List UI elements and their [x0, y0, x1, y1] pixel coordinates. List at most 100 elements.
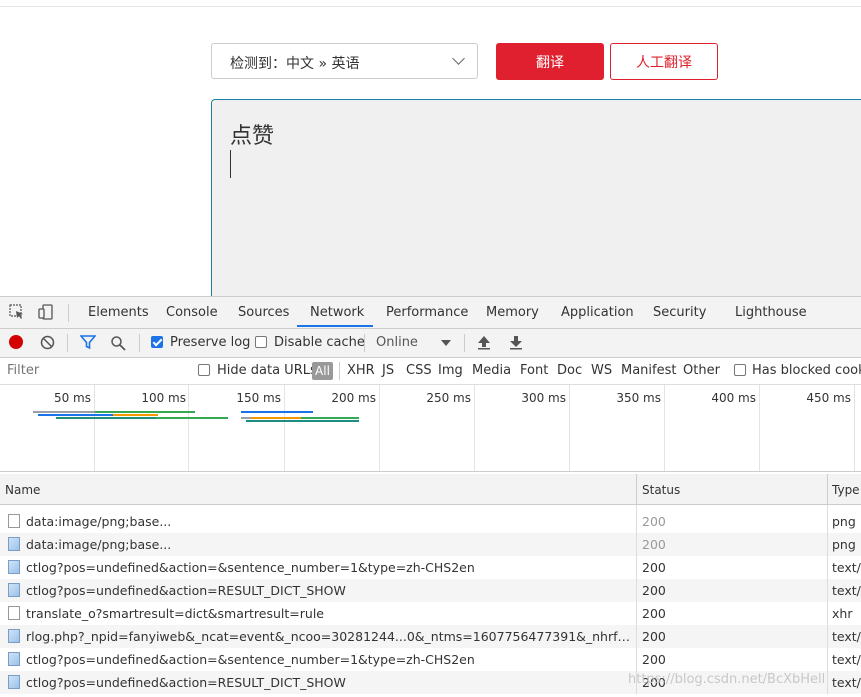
timeline-gridline — [759, 385, 760, 471]
table-row[interactable]: rlog.php?_npid=fanyiweb&_ncat=event&_nco… — [0, 625, 861, 648]
timeline-gridline — [474, 385, 475, 471]
filter-type-doc[interactable]: Doc — [557, 363, 582, 378]
timeline-tick-label: 400 ms — [711, 391, 756, 405]
filter-type-xhr[interactable]: XHR — [347, 363, 375, 378]
timeline-tick-label: 150 ms — [236, 391, 281, 405]
has-blocked-cookies-checkbox[interactable] — [734, 364, 746, 376]
table-row[interactable]: data:image/png;base... 200 png — [0, 533, 861, 556]
filter-type-img[interactable]: Img — [438, 363, 463, 378]
document-file-icon — [8, 514, 20, 528]
watermark: https://blog.csdn.net/BcXbHell — [628, 672, 826, 687]
request-status: 200 — [642, 629, 666, 644]
inspect-element-icon[interactable] — [9, 304, 25, 320]
clear-icon[interactable] — [40, 335, 55, 350]
timeline-tick-label: 350 ms — [616, 391, 661, 405]
tab-sources[interactable]: Sources — [238, 305, 289, 320]
filter-type-media[interactable]: Media — [472, 363, 511, 378]
requests-table-header: Name Status Type — [0, 474, 861, 505]
request-status: 200 — [642, 537, 666, 552]
table-row[interactable]: ctlog?pos=undefined&action=&sentence_num… — [0, 648, 861, 671]
language-select[interactable]: 检测到：中文 » 英语 — [211, 43, 478, 79]
search-icon[interactable] — [110, 335, 126, 351]
column-status[interactable]: Status — [642, 483, 680, 497]
request-type: text/ — [832, 583, 861, 598]
request-type: text/ — [832, 652, 861, 667]
timeline-tick-label: 450 ms — [806, 391, 851, 405]
timeline-gridline — [94, 385, 95, 471]
tab-memory[interactable]: Memory — [486, 305, 539, 320]
hide-data-urls-label: Hide data URLs — [217, 363, 317, 378]
timeline-bar — [246, 420, 359, 422]
timeline-gridline — [188, 385, 189, 471]
timeline-bar — [241, 411, 313, 413]
translate-button[interactable]: 翻译 — [496, 43, 604, 80]
timeline-bar — [95, 411, 195, 413]
tab-lighthouse[interactable]: Lighthouse — [735, 305, 807, 320]
timeline-bar — [301, 417, 359, 419]
top-divider — [0, 6, 861, 7]
timeline-bar — [113, 414, 158, 416]
column-divider[interactable] — [827, 474, 828, 504]
filter-icon[interactable] — [80, 335, 96, 350]
tab-security[interactable]: Security — [653, 305, 706, 320]
throttling-select[interactable]: Online — [376, 335, 418, 350]
language-select-label: 检测到：中文 » 英语 — [230, 56, 360, 72]
image-file-icon — [8, 629, 20, 643]
tab-network[interactable]: Network — [310, 305, 364, 320]
filter-type-manifest[interactable]: Manifest — [621, 363, 676, 378]
preserve-log-label: Preserve log — [170, 335, 251, 350]
preserve-log-checkbox[interactable] — [151, 336, 163, 348]
request-name: ctlog?pos=undefined&action=&sentence_num… — [26, 560, 475, 575]
request-type: png — [832, 514, 856, 529]
column-divider[interactable] — [636, 474, 637, 504]
timeline-tick-label: 250 ms — [426, 391, 471, 405]
request-type: text/ — [832, 675, 861, 690]
timeline-gridline — [664, 385, 665, 471]
source-text-input[interactable]: 点赞 — [211, 99, 861, 309]
human-translate-button[interactable]: 人工翻译 — [610, 43, 718, 80]
active-tab-indicator — [297, 325, 373, 327]
tab-application[interactable]: Application — [561, 305, 634, 320]
device-toolbar-icon[interactable] — [38, 304, 54, 320]
image-file-icon — [8, 583, 20, 597]
filter-type-other[interactable]: Other — [683, 363, 720, 378]
timeline-bar — [33, 411, 95, 413]
image-file-icon — [8, 675, 20, 689]
timeline-gridline — [569, 385, 570, 471]
request-type: png — [832, 537, 856, 552]
image-file-icon — [8, 652, 20, 666]
table-row[interactable]: ctlog?pos=undefined&action=&sentence_num… — [0, 556, 861, 579]
column-type[interactable]: Type — [832, 483, 860, 497]
image-file-icon — [8, 537, 20, 551]
request-type: xhr — [832, 606, 853, 621]
filter-type-ws[interactable]: WS — [591, 363, 612, 378]
filter-type-css[interactable]: CSS — [406, 363, 432, 378]
table-row[interactable]: translate_o?smartresult=dict&smartresult… — [0, 602, 861, 625]
table-row[interactable]: data:image/png;base... 200 png — [0, 510, 861, 533]
tab-console[interactable]: Console — [166, 305, 218, 320]
timeline-gridline — [854, 385, 855, 471]
hide-data-urls-checkbox[interactable] — [198, 364, 210, 376]
filter-type-js[interactable]: JS — [382, 363, 394, 378]
table-row[interactable]: ctlog?pos=undefined&action=RESULT_DICT_S… — [0, 579, 861, 602]
tab-elements[interactable]: Elements — [88, 305, 149, 320]
request-name: ctlog?pos=undefined&action=&sentence_num… — [26, 652, 475, 667]
disable-cache-checkbox[interactable] — [255, 336, 267, 348]
filter-type-all[interactable]: All — [312, 362, 333, 380]
filter-input[interactable] — [2, 360, 184, 381]
request-name: data:image/png;base... — [26, 537, 172, 552]
export-har-icon[interactable] — [509, 335, 523, 350]
tab-performance[interactable]: Performance — [386, 305, 468, 320]
disable-cache-label: Disable cache — [274, 335, 365, 350]
image-file-icon — [8, 560, 20, 574]
toolbar-separator — [67, 334, 68, 352]
filter-type-font[interactable]: Font — [520, 363, 548, 378]
import-har-icon[interactable] — [477, 335, 491, 350]
source-text: 点赞 — [230, 124, 275, 149]
record-icon[interactable] — [9, 335, 23, 349]
network-overview-timeline[interactable]: 50 ms 100 ms 150 ms 200 ms 250 ms 300 ms… — [0, 385, 861, 472]
column-name[interactable]: Name — [5, 483, 40, 497]
toolbar-separator — [139, 334, 140, 352]
timeline-tick-label: 200 ms — [331, 391, 376, 405]
request-name: ctlog?pos=undefined&action=RESULT_DICT_S… — [26, 675, 346, 690]
